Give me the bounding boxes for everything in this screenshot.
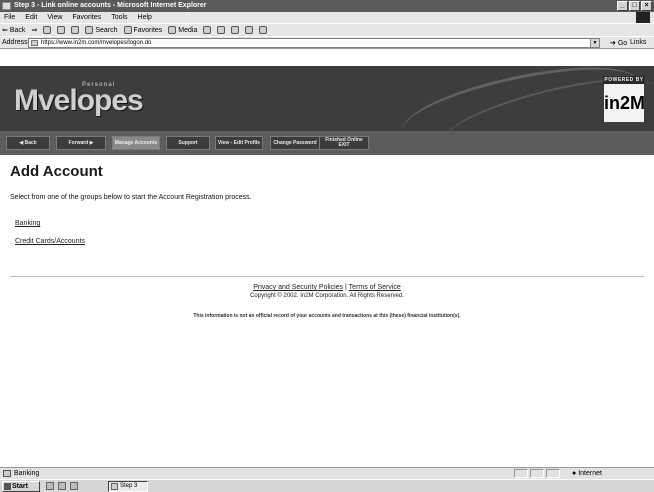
back-icon: ⇐ bbox=[2, 27, 8, 34]
window-title: Step 3 - Link online accounts - Microsof… bbox=[14, 2, 207, 9]
address-label: Address bbox=[2, 39, 28, 46]
history-icon[interactable] bbox=[203, 26, 212, 34]
chevron-down-icon[interactable]: ▼ bbox=[590, 39, 599, 47]
status-pane bbox=[530, 469, 544, 478]
nav-change-password-button[interactable]: Change Password bbox=[270, 136, 320, 150]
go-icon: ➜ bbox=[610, 40, 616, 47]
lock-icon bbox=[546, 469, 560, 478]
privacy-link[interactable]: Privacy and Security Policies bbox=[253, 284, 343, 291]
search-label: Search bbox=[95, 26, 118, 34]
window-controls: _ □ × bbox=[617, 1, 652, 11]
maximize-button[interactable]: □ bbox=[629, 1, 640, 11]
terms-link[interactable]: Terms of Service bbox=[349, 284, 401, 291]
nav-forward-button[interactable]: Forward ▶ bbox=[56, 136, 106, 150]
status-text: Banking bbox=[14, 470, 40, 477]
site-banner: Mvelopes Personal bbox=[0, 66, 654, 131]
logo-subtitle: Personal bbox=[82, 82, 116, 88]
minimize-button[interactable]: _ bbox=[617, 1, 628, 11]
taskbar: Start Step 3 bbox=[0, 479, 654, 492]
task-button-step3[interactable]: Step 3 bbox=[108, 481, 148, 492]
media-label: Media bbox=[178, 26, 198, 34]
standard-toolbar: ⇐ Back ⇒ Search Favorites Media bbox=[0, 23, 654, 36]
address-input[interactable]: https://www.in2m.com/mvelopes/logon.do ▼ bbox=[28, 38, 600, 48]
edit-icon[interactable] bbox=[245, 26, 254, 34]
status-bar: Banking ● Internet bbox=[0, 467, 654, 479]
address-bar: Address https://www.in2m.com/mvelopes/lo… bbox=[0, 36, 654, 49]
outlook-launch-icon[interactable] bbox=[70, 482, 78, 490]
back-button[interactable]: ⇐ Back bbox=[2, 26, 26, 35]
page-title: Add Account bbox=[10, 163, 103, 180]
media-icon bbox=[168, 26, 177, 34]
discuss-icon[interactable] bbox=[259, 26, 268, 34]
start-button[interactable]: Start bbox=[2, 481, 40, 492]
quick-launch bbox=[46, 482, 78, 490]
ie-task-icon bbox=[111, 483, 118, 490]
zone-label: Internet bbox=[578, 470, 602, 477]
banking-link[interactable]: Banking bbox=[15, 220, 40, 227]
favorites-label: Favorites bbox=[133, 26, 163, 34]
menu-edit[interactable]: Edit bbox=[25, 14, 37, 21]
footer-separator: | bbox=[345, 284, 347, 291]
powered-by-label: POWERED BY bbox=[603, 76, 645, 84]
favorites-icon bbox=[123, 26, 132, 34]
task-label: Step 3 bbox=[120, 483, 138, 489]
mvelopes-logo: Mvelopes bbox=[14, 84, 144, 117]
go-label: Go bbox=[617, 40, 628, 47]
content-divider bbox=[10, 276, 644, 277]
forward-icon[interactable]: ⇒ bbox=[31, 26, 37, 34]
forward-arrow-icon: ▶ bbox=[88, 139, 94, 146]
back-label: Back bbox=[9, 26, 26, 34]
window-title-bar: Step 3 - Link online accounts - Microsof… bbox=[0, 0, 654, 12]
security-zone: ● Internet bbox=[572, 470, 602, 477]
nav-support-button[interactable]: Support bbox=[166, 136, 210, 150]
search-icon bbox=[85, 26, 94, 34]
page-icon bbox=[31, 40, 38, 46]
address-url: https://www.in2m.com/mvelopes/logon.do bbox=[41, 40, 152, 46]
disclaimer-text: This information is not an official reco… bbox=[193, 313, 461, 319]
ie-icon bbox=[2, 2, 11, 10]
search-button[interactable]: Search bbox=[85, 26, 118, 34]
menu-file[interactable]: File bbox=[4, 14, 15, 21]
mail-icon[interactable] bbox=[217, 26, 226, 34]
menu-help[interactable]: Help bbox=[138, 14, 152, 21]
stop-icon[interactable] bbox=[43, 26, 52, 34]
windows-logo-icon bbox=[4, 483, 11, 490]
page-status-icon bbox=[3, 470, 11, 477]
menu-tools[interactable]: Tools bbox=[111, 14, 127, 21]
footer-links: Privacy and Security Policies | Terms of… bbox=[0, 284, 654, 291]
nav-back-label: Back bbox=[24, 139, 37, 146]
status-pane bbox=[514, 469, 528, 478]
nav-back-button[interactable]: ◀ Back bbox=[6, 136, 50, 150]
nav-forward-label: Forward bbox=[68, 139, 89, 146]
links-button[interactable]: Links bbox=[630, 39, 646, 46]
nav-manage-accounts-button[interactable]: Manage Accounts bbox=[112, 136, 160, 150]
credit-cards-link[interactable]: Credit Cards/Accounts bbox=[15, 238, 85, 245]
menu-favorites[interactable]: Favorites bbox=[72, 14, 101, 21]
nav-view-edit-profile-button[interactable]: View - Edit Profile bbox=[215, 136, 263, 150]
home-icon[interactable] bbox=[71, 26, 80, 34]
print-icon[interactable] bbox=[231, 26, 240, 34]
ie-launch-icon[interactable] bbox=[58, 482, 66, 490]
media-button[interactable]: Media bbox=[168, 26, 197, 34]
menu-bar: File Edit View Favorites Tools Help bbox=[0, 12, 654, 23]
refresh-icon[interactable] bbox=[57, 26, 66, 34]
menu-view[interactable]: View bbox=[47, 14, 62, 21]
nav-finished-exit-button[interactable]: Finished Online EXIT bbox=[319, 136, 369, 150]
close-button[interactable]: × bbox=[641, 1, 652, 11]
intro-text: Select from one of the groups below to s… bbox=[10, 194, 252, 201]
site-nav-bar: ◀ Back Forward ▶ Manage Accounts Support… bbox=[0, 131, 654, 155]
show-desktop-icon[interactable] bbox=[46, 482, 54, 490]
windows-flag-icon bbox=[636, 12, 650, 23]
go-button[interactable]: ➜ Go bbox=[610, 39, 627, 47]
favorites-button[interactable]: Favorites bbox=[123, 26, 163, 34]
start-label: Start bbox=[12, 483, 28, 490]
copyright-text: Copyright © 2002. In2M Corporation. All … bbox=[250, 293, 404, 299]
in2m-logo: in2M bbox=[604, 84, 645, 122]
